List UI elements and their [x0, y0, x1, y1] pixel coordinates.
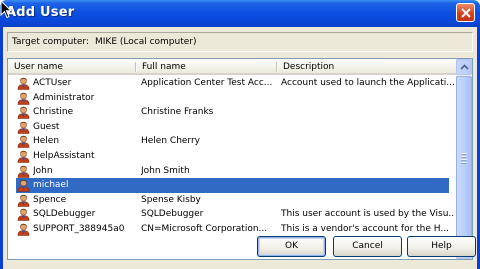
- full-name-cell: Spense Kisby: [141, 194, 201, 205]
- column-header-full-name[interactable]: Full name: [136, 59, 277, 74]
- user-icon: [17, 165, 30, 178]
- full-name-cell: SQLDebugger: [141, 209, 204, 220]
- user-name-cell: Spence: [33, 194, 67, 205]
- user-name-cell: SQLDebugger: [33, 209, 96, 220]
- close-button[interactable]: [456, 3, 475, 22]
- column-header-description[interactable]: Description: [277, 59, 457, 74]
- column-header-user-name[interactable]: User name: [8, 59, 136, 74]
- thumb-grip: [461, 153, 467, 154]
- user-icon: [17, 223, 30, 236]
- target-computer-value: MIKE (Local computer): [95, 37, 197, 47]
- list-item[interactable]: Guest: [8, 120, 457, 135]
- list-item[interactable]: Spence Spense Kisby: [8, 193, 457, 208]
- user-icon: [17, 150, 30, 163]
- user-icon: [17, 136, 30, 149]
- vertical-scrollbar[interactable]: [456, 59, 472, 259]
- list-item[interactable]: HelpAssistant: [8, 149, 457, 164]
- description-cell: This is a vendor's account for the H...: [281, 224, 449, 234]
- title-bar[interactable]: Add User: [0, 0, 480, 27]
- user-name-cell: Helen: [33, 136, 60, 147]
- user-icon: [17, 106, 30, 119]
- list-item[interactable]: SUPPORT_388945a0 CN=Microsoft Corporation…: [8, 222, 457, 237]
- description-cell: Account used to launch the Applicati...: [281, 78, 454, 88]
- list-item[interactable]: michael: [8, 178, 457, 194]
- user-icon: [17, 121, 30, 134]
- chevron-up-icon: [460, 64, 469, 70]
- user-name-cell: HelpAssistant: [33, 151, 95, 161]
- add-user-dialog: Add User Target computer: MIKE (Local co…: [0, 0, 480, 269]
- ok-button[interactable]: OK: [257, 236, 326, 257]
- full-name-cell: Application Center Test Acc...: [141, 78, 273, 88]
- help-button[interactable]: Help: [407, 236, 476, 257]
- close-icon: [461, 8, 471, 18]
- dialog-client-area: Target computer: MIKE (Local computer) U…: [3, 27, 477, 269]
- user-name-cell: Guest: [33, 121, 60, 132]
- user-name-cell: ACTUser: [33, 78, 72, 88]
- user-icon: [17, 179, 30, 192]
- target-computer-box: Target computer: MIKE (Local computer): [7, 32, 473, 52]
- list-item[interactable]: ACTUser Application Center Test Acc... Acc…: [8, 76, 457, 91]
- cancel-button[interactable]: Cancel: [333, 236, 402, 257]
- window-title: Add User: [6, 5, 75, 20]
- user-name-cell: John: [33, 165, 53, 176]
- thumb-grip: [461, 162, 467, 163]
- list-item[interactable]: Helen Helen Cherry: [8, 134, 457, 149]
- user-rows: ACTUser Application Center Test Acc... Acc…: [8, 76, 457, 259]
- full-name-cell: Christine Franks: [141, 107, 214, 118]
- list-header: User name Full name Description: [8, 59, 457, 75]
- user-icon: [17, 77, 30, 90]
- list-item[interactable]: Christine Christine Franks: [8, 105, 457, 120]
- full-name-cell: John Smith: [141, 165, 190, 176]
- thumb-grip: [461, 159, 467, 160]
- full-name-cell: CN=Microsoft Corporation...: [141, 224, 268, 234]
- mouse-cursor-icon: [0, 0, 12, 19]
- full-name-cell: Helen Cherry: [141, 136, 201, 147]
- user-name-cell: michael: [33, 180, 69, 191]
- scroll-up-button[interactable]: [456, 59, 472, 75]
- user-name-cell: Christine: [33, 107, 74, 118]
- user-icon: [17, 194, 30, 207]
- user-icon: [17, 209, 30, 222]
- scroll-thumb[interactable]: [456, 76, 472, 242]
- target-computer-label: Target computer:: [12, 37, 89, 47]
- user-list[interactable]: User name Full name Description ACTUser A…: [7, 58, 473, 260]
- list-item[interactable]: SQLDebugger SQLDebugger This user account …: [8, 207, 457, 222]
- description-cell: This user account is used by the Visu...: [281, 209, 454, 220]
- user-icon: [17, 92, 30, 105]
- user-name-cell: SUPPORT_388945a0: [33, 224, 125, 234]
- thumb-grip: [461, 156, 467, 157]
- list-item[interactable]: John John Smith: [8, 164, 457, 179]
- list-item[interactable]: Administrator: [8, 91, 457, 106]
- user-name-cell: Administrator: [33, 92, 95, 103]
